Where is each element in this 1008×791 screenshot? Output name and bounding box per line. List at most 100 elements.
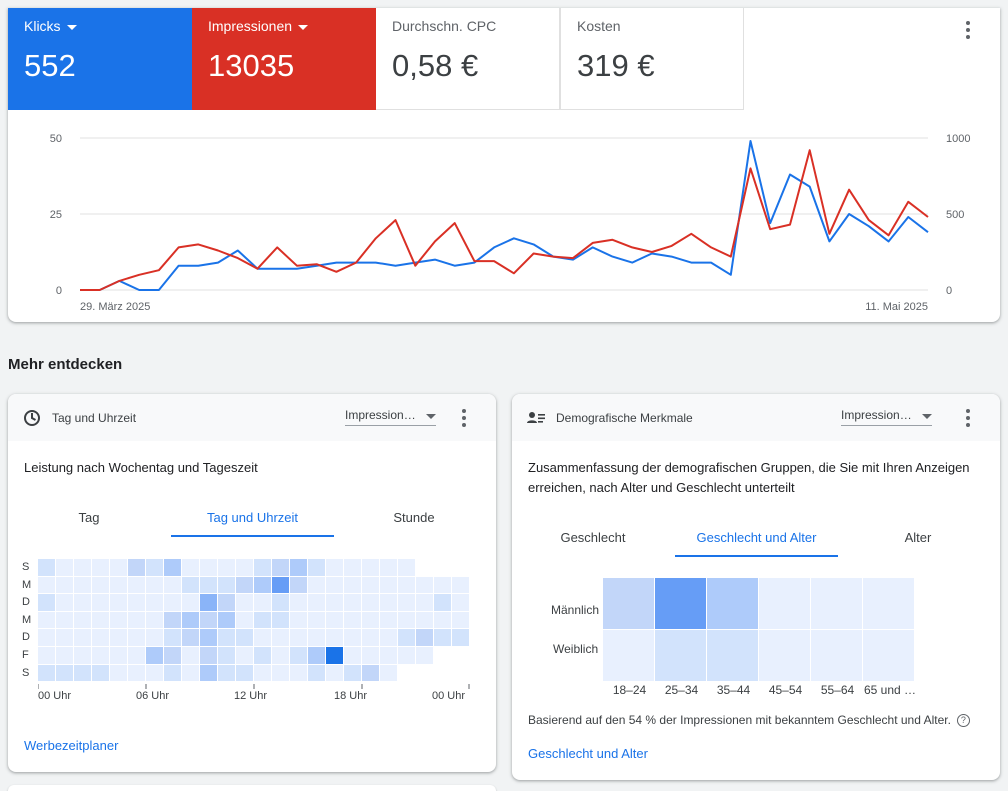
heatmap-cell[interactable] bbox=[146, 664, 163, 682]
tab-age[interactable]: Alter bbox=[838, 530, 998, 545]
heatmap-cell[interactable] bbox=[164, 646, 181, 664]
heatmap-cell[interactable] bbox=[56, 629, 73, 646]
heatmap-cell[interactable] bbox=[380, 611, 397, 629]
metric-cost[interactable]: Kosten 319 € bbox=[560, 8, 744, 110]
heatmap-cell[interactable] bbox=[416, 629, 433, 646]
heatmap-cell[interactable] bbox=[218, 646, 235, 664]
heatmap-cell[interactable] bbox=[128, 629, 145, 646]
heatmap-cell[interactable] bbox=[236, 611, 253, 629]
demographics-cell[interactable] bbox=[811, 630, 862, 681]
heatmap-cell[interactable] bbox=[92, 646, 109, 664]
heatmap-cell[interactable] bbox=[182, 576, 199, 594]
metric-impressions[interactable]: Impressionen 13035 bbox=[192, 8, 376, 110]
heatmap-cell[interactable] bbox=[434, 629, 451, 646]
heatmap-cell[interactable] bbox=[56, 611, 73, 629]
heatmap-cell[interactable] bbox=[146, 594, 163, 611]
more-options-icon[interactable] bbox=[956, 18, 980, 42]
heatmap-cell[interactable] bbox=[38, 576, 55, 594]
heatmap-cell[interactable] bbox=[254, 629, 271, 646]
heatmap-cell[interactable] bbox=[254, 559, 271, 576]
heatmap-cell[interactable] bbox=[74, 594, 91, 611]
heatmap-cell[interactable] bbox=[128, 611, 145, 629]
heatmap-cell[interactable] bbox=[290, 576, 307, 594]
heatmap-cell[interactable] bbox=[92, 576, 109, 594]
heatmap-cell[interactable] bbox=[398, 559, 415, 576]
heatmap-cell[interactable] bbox=[74, 611, 91, 629]
heatmap-cell[interactable] bbox=[146, 646, 163, 664]
heatmap-cell[interactable] bbox=[344, 664, 361, 682]
heatmap-cell[interactable] bbox=[326, 646, 343, 664]
heatmap-cell[interactable] bbox=[128, 576, 145, 594]
heatmap-cell[interactable] bbox=[92, 629, 109, 646]
gender-and-age-link[interactable]: Geschlecht und Alter bbox=[528, 746, 648, 761]
heatmap-cell[interactable] bbox=[434, 646, 451, 664]
heatmap-cell[interactable] bbox=[380, 646, 397, 664]
day-time-metric-dropdown[interactable]: Impression… bbox=[345, 408, 436, 426]
heatmap-cell[interactable] bbox=[434, 576, 451, 594]
demographics-cell[interactable] bbox=[811, 578, 862, 629]
heatmap-cell[interactable] bbox=[56, 594, 73, 611]
heatmap-cell[interactable] bbox=[272, 646, 289, 664]
heatmap-cell[interactable] bbox=[398, 611, 415, 629]
metric-avg-cpc[interactable]: Durchschn. CPC 0,58 € bbox=[376, 8, 560, 110]
demographics-cell[interactable] bbox=[603, 630, 654, 681]
heatmap-cell[interactable] bbox=[74, 559, 91, 576]
heatmap-cell[interactable] bbox=[56, 664, 73, 682]
heatmap-cell[interactable] bbox=[146, 629, 163, 646]
heatmap-cell[interactable] bbox=[236, 594, 253, 611]
heatmap-cell[interactable] bbox=[182, 664, 199, 682]
heatmap-cell[interactable] bbox=[344, 576, 361, 594]
heatmap-cell[interactable] bbox=[110, 646, 127, 664]
heatmap-cell[interactable] bbox=[200, 629, 217, 646]
heatmap-cell[interactable] bbox=[452, 559, 469, 576]
heatmap-cell[interactable] bbox=[362, 664, 379, 682]
heatmap-cell[interactable] bbox=[290, 594, 307, 611]
heatmap-cell[interactable] bbox=[218, 664, 235, 682]
heatmap-cell[interactable] bbox=[416, 576, 433, 594]
heatmap-cell[interactable] bbox=[110, 576, 127, 594]
heatmap-cell[interactable] bbox=[290, 629, 307, 646]
heatmap-cell[interactable] bbox=[146, 611, 163, 629]
demographics-cell[interactable] bbox=[655, 630, 706, 681]
heatmap-cell[interactable] bbox=[290, 611, 307, 629]
metric-clicks[interactable]: Klicks 552 bbox=[8, 8, 192, 110]
heatmap-cell[interactable] bbox=[290, 559, 307, 576]
heatmap-cell[interactable] bbox=[308, 664, 325, 682]
heatmap-cell[interactable] bbox=[200, 611, 217, 629]
heatmap-cell[interactable] bbox=[434, 664, 451, 682]
heatmap-cell[interactable] bbox=[326, 629, 343, 646]
demographics-cell[interactable] bbox=[863, 578, 914, 629]
heatmap-cell[interactable] bbox=[326, 594, 343, 611]
heatmap-cell[interactable] bbox=[110, 664, 127, 682]
heatmap-cell[interactable] bbox=[38, 664, 55, 682]
tab-gender-and-age[interactable]: Geschlecht und Alter bbox=[675, 530, 838, 557]
heatmap-cell[interactable] bbox=[254, 576, 271, 594]
heatmap-cell[interactable] bbox=[380, 594, 397, 611]
heatmap-cell[interactable] bbox=[38, 646, 55, 664]
demographics-cell[interactable] bbox=[759, 578, 810, 629]
heatmap-cell[interactable] bbox=[38, 594, 55, 611]
heatmap-cell[interactable] bbox=[182, 611, 199, 629]
heatmap-cell[interactable] bbox=[308, 559, 325, 576]
heatmap-cell[interactable] bbox=[344, 559, 361, 576]
heatmap-cell[interactable] bbox=[452, 576, 469, 594]
heatmap-cell[interactable] bbox=[218, 594, 235, 611]
heatmap-cell[interactable] bbox=[74, 629, 91, 646]
heatmap-cell[interactable] bbox=[110, 594, 127, 611]
heatmap-cell[interactable] bbox=[434, 594, 451, 611]
heatmap-cell[interactable] bbox=[218, 611, 235, 629]
heatmap-cell[interactable] bbox=[128, 646, 145, 664]
heatmap-cell[interactable] bbox=[164, 594, 181, 611]
heatmap-cell[interactable] bbox=[344, 646, 361, 664]
ad-scheduler-link[interactable]: Werbezeitplaner bbox=[24, 738, 118, 753]
heatmap-cell[interactable] bbox=[254, 664, 271, 682]
demographics-cell[interactable] bbox=[655, 578, 706, 629]
heatmap-cell[interactable] bbox=[272, 594, 289, 611]
heatmap-cell[interactable] bbox=[38, 611, 55, 629]
heatmap-cell[interactable] bbox=[74, 646, 91, 664]
heatmap-cell[interactable] bbox=[74, 664, 91, 682]
heatmap-cell[interactable] bbox=[272, 559, 289, 576]
heatmap-cell[interactable] bbox=[128, 594, 145, 611]
heatmap-cell[interactable] bbox=[110, 629, 127, 646]
heatmap-cell[interactable] bbox=[362, 576, 379, 594]
